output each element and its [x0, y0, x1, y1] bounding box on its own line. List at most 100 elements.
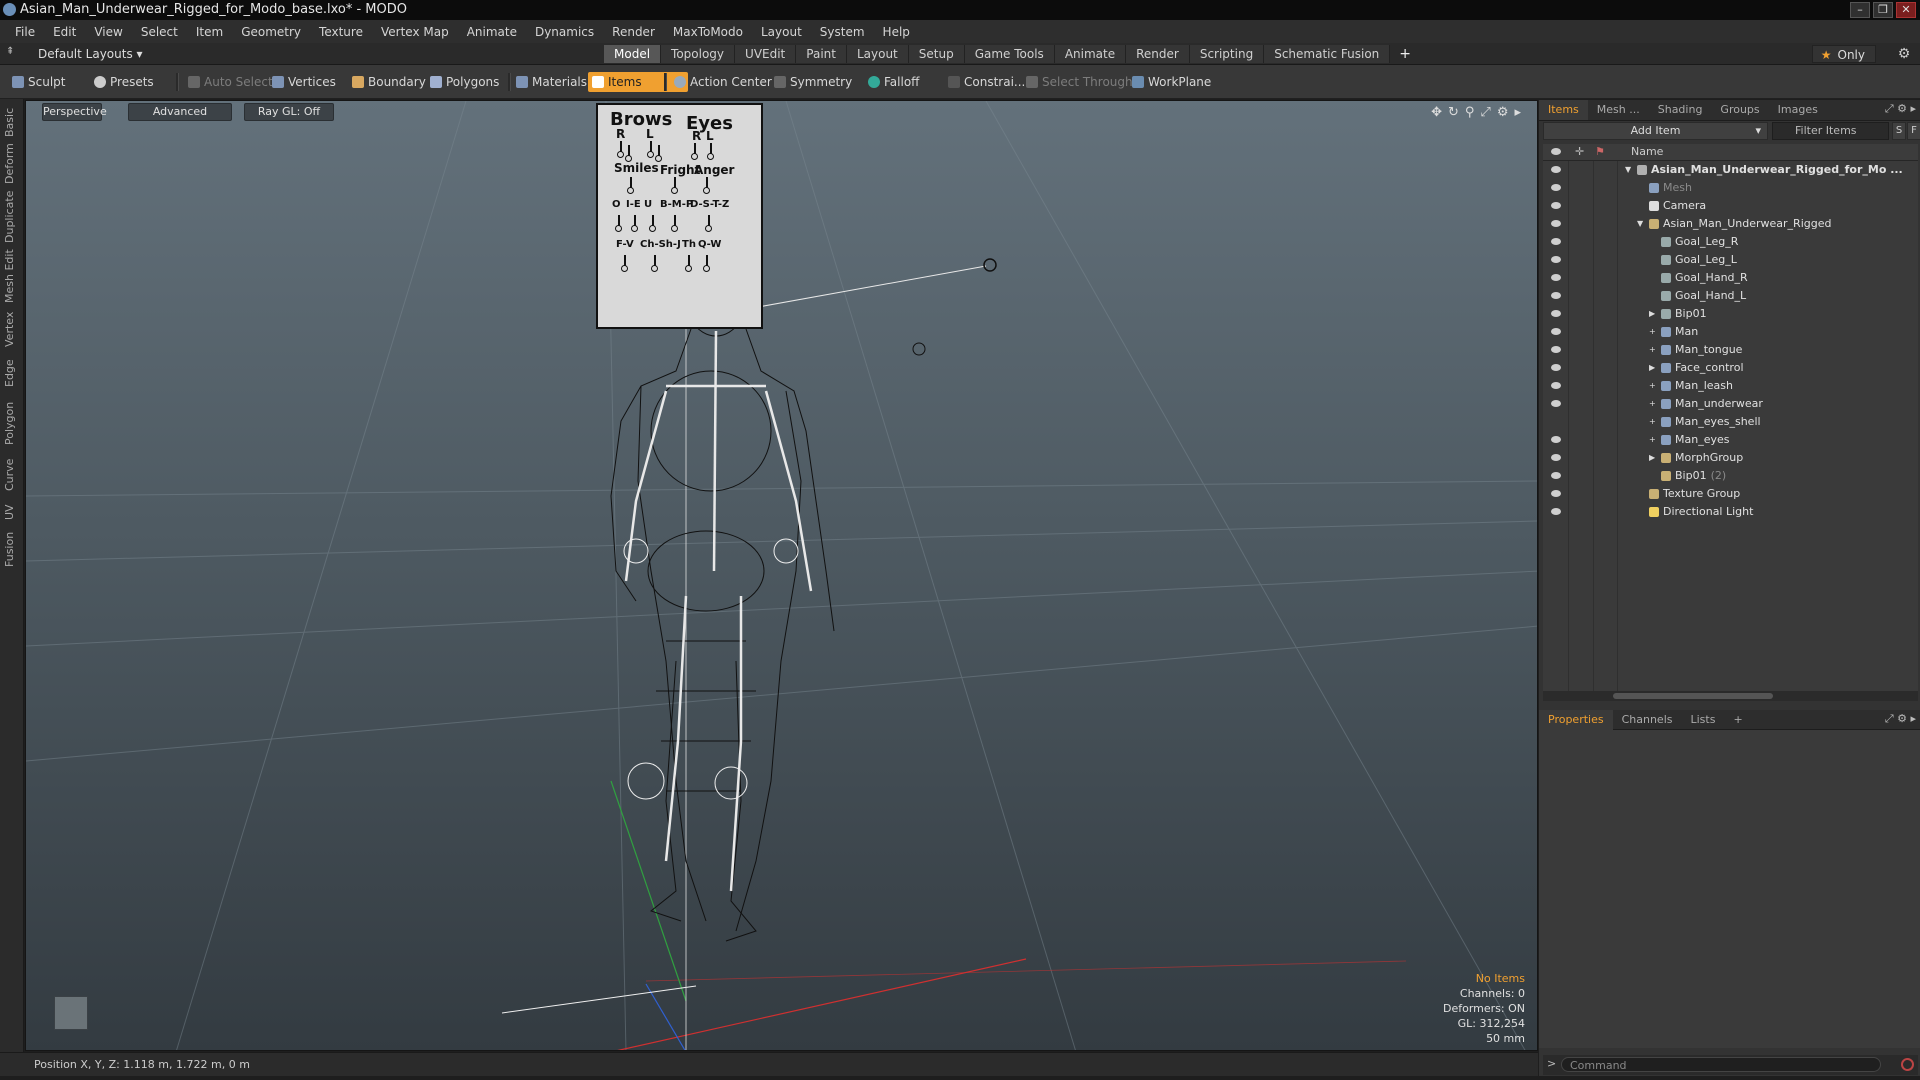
tree-row[interactable]: + Man	[1543, 323, 1918, 341]
eye-icon[interactable]	[1551, 472, 1561, 479]
face-slider-knob[interactable]	[649, 225, 656, 232]
layout-pin-icon[interactable]: ⇞	[6, 46, 14, 57]
workplane-button[interactable]: WorkPlane	[1128, 72, 1234, 92]
tree-row[interactable]: Goal_Hand_L	[1543, 287, 1918, 305]
eye-icon[interactable]	[1551, 382, 1561, 389]
tab-model[interactable]: Model	[604, 45, 662, 63]
left-tab-basic[interactable]: Basic	[3, 107, 21, 137]
menu-maxtomodo[interactable]: MaxToModo	[664, 25, 752, 39]
face-slider-knob[interactable]	[651, 265, 658, 272]
properties-tab-lists[interactable]: Lists	[1682, 710, 1725, 730]
tab-topology[interactable]: Topology	[661, 45, 736, 63]
face-slider-knob[interactable]	[647, 151, 654, 158]
eye-icon[interactable]	[1551, 454, 1561, 461]
left-tab-polygon[interactable]: Polygon	[3, 397, 21, 449]
menu-system[interactable]: System	[811, 25, 874, 39]
eye-icon[interactable]	[1551, 310, 1561, 317]
eye-icon[interactable]	[1551, 364, 1561, 371]
eye-icon[interactable]	[1551, 238, 1561, 245]
left-tab-mesh-edit[interactable]: Mesh Edit	[3, 249, 21, 303]
presets-button[interactable]: Presets	[90, 72, 196, 92]
face-slider-knob[interactable]	[671, 187, 678, 194]
eye-icon[interactable]	[1551, 220, 1561, 227]
left-tab-fusion[interactable]: Fusion	[3, 529, 21, 569]
eye-icon[interactable]	[1551, 508, 1561, 515]
menu-geometry[interactable]: Geometry	[232, 25, 310, 39]
menu-edit[interactable]: Edit	[44, 25, 85, 39]
face-slider-knob[interactable]	[621, 265, 628, 272]
tab-render[interactable]: Render	[1126, 45, 1190, 63]
panel-tab-items[interactable]: Items	[1539, 100, 1588, 120]
add-item-button[interactable]: Add Item ▾	[1543, 122, 1768, 140]
tree-row[interactable]: ▶ MorphGroup	[1543, 449, 1918, 467]
tab-game-tools[interactable]: Game Tools	[964, 45, 1055, 63]
left-tab-edge[interactable]: Edge	[3, 355, 21, 391]
name-column-header[interactable]: Name	[1631, 144, 1663, 160]
expand-arrow-icon[interactable]: ▶	[1649, 449, 1655, 467]
menu-dynamics[interactable]: Dynamics	[526, 25, 603, 39]
face-slider-knob[interactable]	[615, 225, 622, 232]
face-slider-knob[interactable]	[625, 155, 632, 162]
tab-layout[interactable]: Layout	[846, 45, 909, 63]
face-slider-knob[interactable]	[703, 265, 710, 272]
expand-plus-icon[interactable]: +	[1649, 431, 1656, 449]
face-slider-knob[interactable]	[707, 153, 714, 160]
properties-tab-properties[interactable]: Properties	[1539, 710, 1613, 730]
expand-plus-icon[interactable]: +	[1649, 341, 1656, 359]
restore-button[interactable]: ❐	[1873, 2, 1893, 18]
collapse-arrow-icon[interactable]: ▼	[1637, 215, 1643, 233]
expand-arrow-icon[interactable]: ▶	[1649, 305, 1655, 323]
select-through-button[interactable]: Select Through	[1022, 72, 1144, 92]
eye-icon[interactable]	[1551, 202, 1561, 209]
expand-plus-icon[interactable]: +	[1649, 413, 1656, 431]
face-slider-knob[interactable]	[631, 225, 638, 232]
close-button[interactable]: ✕	[1896, 2, 1916, 18]
tree-row[interactable]: Texture Group	[1543, 485, 1918, 503]
add-layout-tab-button[interactable]: +	[1390, 45, 1420, 63]
expand-plus-icon[interactable]: +	[1649, 377, 1656, 395]
menu-vertex-map[interactable]: Vertex Map	[372, 25, 458, 39]
panel-tab-images[interactable]: Images	[1769, 100, 1827, 120]
tree-row[interactable]: + Man_tongue	[1543, 341, 1918, 359]
face-slider-knob[interactable]	[617, 151, 624, 158]
s-filter-button[interactable]: S	[1892, 122, 1906, 140]
tree-row[interactable]: + Man_underwear	[1543, 395, 1918, 413]
tree-row[interactable]: Directional Light	[1543, 503, 1918, 521]
panel-options-icon[interactable]: ⤢ ⚙ ▸	[1885, 102, 1916, 116]
eye-icon[interactable]	[1551, 274, 1561, 281]
face-slider-knob[interactable]	[627, 187, 634, 194]
panel-tab-groups[interactable]: Groups	[1711, 100, 1768, 120]
tree-row[interactable]: ▼ Asian_Man_Underwear_Rigged_for_Mo ...	[1543, 161, 1918, 179]
tree-row[interactable]: + Man_leash	[1543, 377, 1918, 395]
tab-scripting[interactable]: Scripting	[1189, 45, 1265, 63]
menu-layout[interactable]: Layout	[752, 25, 811, 39]
eye-icon[interactable]	[1551, 166, 1561, 173]
expand-plus-icon[interactable]: +	[1649, 395, 1656, 413]
expand-plus-icon[interactable]: +	[1649, 323, 1656, 341]
left-tab-duplicate[interactable]: Duplicate	[3, 191, 21, 243]
tree-row[interactable]: Goal_Hand_R	[1543, 269, 1918, 287]
left-tab-uv[interactable]: UV	[3, 501, 21, 523]
add-properties-tab-button[interactable]: +	[1724, 710, 1751, 730]
tree-row[interactable]: Goal_Leg_R	[1543, 233, 1918, 251]
expand-arrow-icon[interactable]: ▶	[1649, 359, 1655, 377]
tree-scrollbar[interactable]	[1543, 691, 1918, 701]
tab-setup[interactable]: Setup	[908, 45, 965, 63]
panel-tab-shading[interactable]: Shading	[1649, 100, 1712, 120]
eye-icon[interactable]	[1551, 328, 1561, 335]
tab-uvedit[interactable]: UVEdit	[735, 45, 797, 63]
menu-select[interactable]: Select	[132, 25, 187, 39]
tree-row[interactable]: Mesh	[1543, 179, 1918, 197]
3d-viewport[interactable]: Perspective Advanced Ray GL: Off ✥ ↻ ⚲ ⤢…	[25, 100, 1538, 1051]
tree-row[interactable]: ▶ Face_control	[1543, 359, 1918, 377]
menu-item[interactable]: Item	[187, 25, 232, 39]
tree-row[interactable]: ▶ Bip01	[1543, 305, 1918, 323]
menu-animate[interactable]: Animate	[458, 25, 526, 39]
layout-selector[interactable]: Default Layouts ▾	[38, 46, 143, 62]
filter-items-input[interactable]: Filter Items	[1772, 122, 1889, 140]
tree-row[interactable]: Bip01 (2)	[1543, 467, 1918, 485]
only-button[interactable]: ★ Only	[1811, 45, 1876, 63]
face-slider-knob[interactable]	[705, 225, 712, 232]
eye-icon[interactable]	[1551, 436, 1561, 443]
tree-row[interactable]: + Man_eyes	[1543, 431, 1918, 449]
